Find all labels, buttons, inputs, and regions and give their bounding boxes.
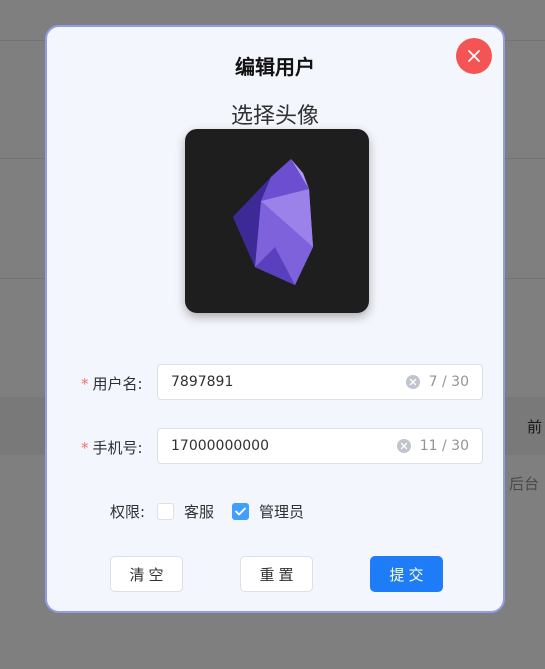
phone-label: * 手机号: <box>81 437 143 458</box>
close-icon <box>468 50 480 62</box>
required-mark: * <box>81 439 89 457</box>
checkbox-unchecked[interactable] <box>157 503 174 520</box>
phone-label-text: 手机号: <box>92 439 143 457</box>
phone-field[interactable]: 11 / 30 <box>157 428 483 464</box>
clear-icon[interactable] <box>405 375 420 389</box>
close-button[interactable] <box>456 38 492 74</box>
permission-label: 权限: <box>110 503 146 521</box>
purple-gem-logo <box>233 159 313 285</box>
submit-button[interactable]: 提交 <box>370 556 443 592</box>
clear-icon[interactable] <box>396 439 411 453</box>
avatar-heading: 选择头像 <box>230 104 319 129</box>
phone-input[interactable] <box>158 438 397 454</box>
checkbox-customer-service[interactable]: 客服 <box>157 501 214 522</box>
avatar-picker[interactable] <box>185 129 369 313</box>
permission-checkbox-group: 客服 管理员 <box>157 501 322 522</box>
username-label-text: 用户名: <box>92 375 143 393</box>
checkbox-admin[interactable]: 管理员 <box>232 501 304 522</box>
checkbox-checked[interactable] <box>232 503 250 520</box>
check-icon <box>235 507 246 516</box>
username-char-count: 7 / 30 <box>428 374 469 390</box>
checkbox-label: 客服 <box>184 503 215 521</box>
dialog-title: 编辑用户 <box>235 55 315 79</box>
phone-char-count: 11 / 30 <box>419 438 469 454</box>
required-mark: * <box>81 375 89 393</box>
checkbox-label: 管理员 <box>259 503 305 521</box>
edit-user-dialog: 编辑用户 选择头像 *用户名: 7 / 30 *手机号: <box>45 25 505 613</box>
clear-button[interactable]: 清空 <box>110 556 183 592</box>
reset-button[interactable]: 重置 <box>240 556 313 592</box>
username-label: * 用户名: <box>81 373 143 394</box>
username-input[interactable] <box>158 374 406 390</box>
username-field[interactable]: 7 / 30 <box>157 364 483 400</box>
